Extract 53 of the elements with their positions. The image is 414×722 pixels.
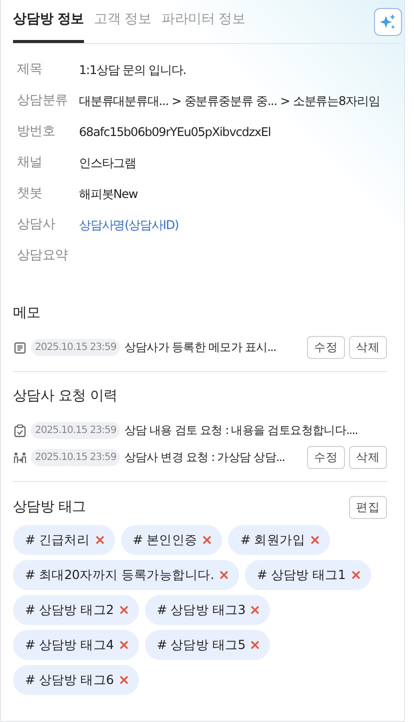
remove-tag-button[interactable] [310, 535, 320, 546]
remove-tag-button[interactable] [118, 640, 129, 650]
date-badge: 2025.10.15 23:59 [31, 449, 120, 466]
remove-tag-button[interactable] [118, 675, 129, 686]
tag-label: # 상담방 태그6 [25, 670, 114, 689]
tag-label: # 상담방 태그4 [25, 636, 114, 654]
tab[interactable]: 상담방 정보 [13, 1, 84, 43]
remove-tag-button[interactable] [250, 605, 260, 616]
delete-button[interactable]: 삭제 [349, 336, 387, 360]
tag-label: # 회원가입 [240, 530, 305, 549]
tag-label: # 상담방 태그3 [156, 600, 246, 619]
field-value: 대분류대분류대... > 중분류중분류 중... > 소분류는8자리임 [79, 92, 380, 110]
remove-tag-button[interactable] [250, 640, 260, 650]
field-value: 1:1상담 문의 입니다. [79, 62, 186, 78]
entry-text: 상담사가 등록한 메모가 표시... [124, 338, 277, 356]
date-badge: 2025.10.15 23:59 [31, 339, 120, 356]
sparkle-icon [379, 12, 397, 30]
edit-button[interactable]: 수정 [307, 336, 345, 360]
ai-sparkle-button[interactable] [374, 8, 402, 36]
edit-button[interactable]: 편집 [349, 496, 387, 520]
section-title: 상담사 요청 이력 [13, 387, 118, 406]
tag-label: # 상담방 태그2 [25, 600, 114, 619]
field-value: 68afc15b06b09rYEu05pXibvcdzxEl [79, 124, 271, 140]
clipboard-check-icon [13, 424, 27, 438]
delete-button[interactable]: 삭제 [349, 446, 387, 470]
field-label: 상담사 [17, 216, 56, 234]
remove-tag-button[interactable] [350, 570, 361, 580]
field-value: 해피봇New [79, 186, 138, 202]
tag-label: # 본인인증 [132, 530, 198, 549]
tag-label: # 상담방 태그1 [256, 566, 346, 584]
tag-label: # 긴급처리 [25, 530, 90, 549]
field-label: 제목 [17, 60, 44, 79]
date-badge: 2025.10.15 23:59 [31, 422, 120, 439]
edit-button[interactable]: 수정 [307, 446, 345, 470]
agent-link[interactable]: 상담사명(상담사ID) [79, 216, 179, 234]
section-title: 메모 [13, 304, 42, 323]
people-swap-icon [13, 450, 27, 464]
remove-tag-button[interactable] [118, 605, 129, 616]
field-label: 챗봇 [17, 184, 44, 203]
remove-tag-button[interactable] [202, 535, 212, 546]
entry-text: 상담 내용 검토 요청 : 내용을 검토요청합니다.... [124, 422, 358, 439]
section-title: 상담방 태그 [13, 498, 86, 518]
tag-label: # 상담방 태그5 [156, 636, 246, 654]
field-label: 채널 [17, 154, 44, 172]
tag-label: # 최대20자까지 등록가능합니다. [25, 566, 214, 584]
field-label: 상담분류 [17, 92, 69, 110]
field-value: 인스타그램 [79, 154, 136, 172]
field-label: 방번호 [17, 122, 56, 141]
memo-icon [13, 340, 27, 354]
remove-tag-button[interactable] [218, 570, 229, 580]
remove-tag-button[interactable] [94, 535, 105, 546]
entry-text: 상담사 변경 요청 : 가상담 상담... [124, 448, 286, 466]
field-label: 상담요약 [17, 246, 69, 265]
